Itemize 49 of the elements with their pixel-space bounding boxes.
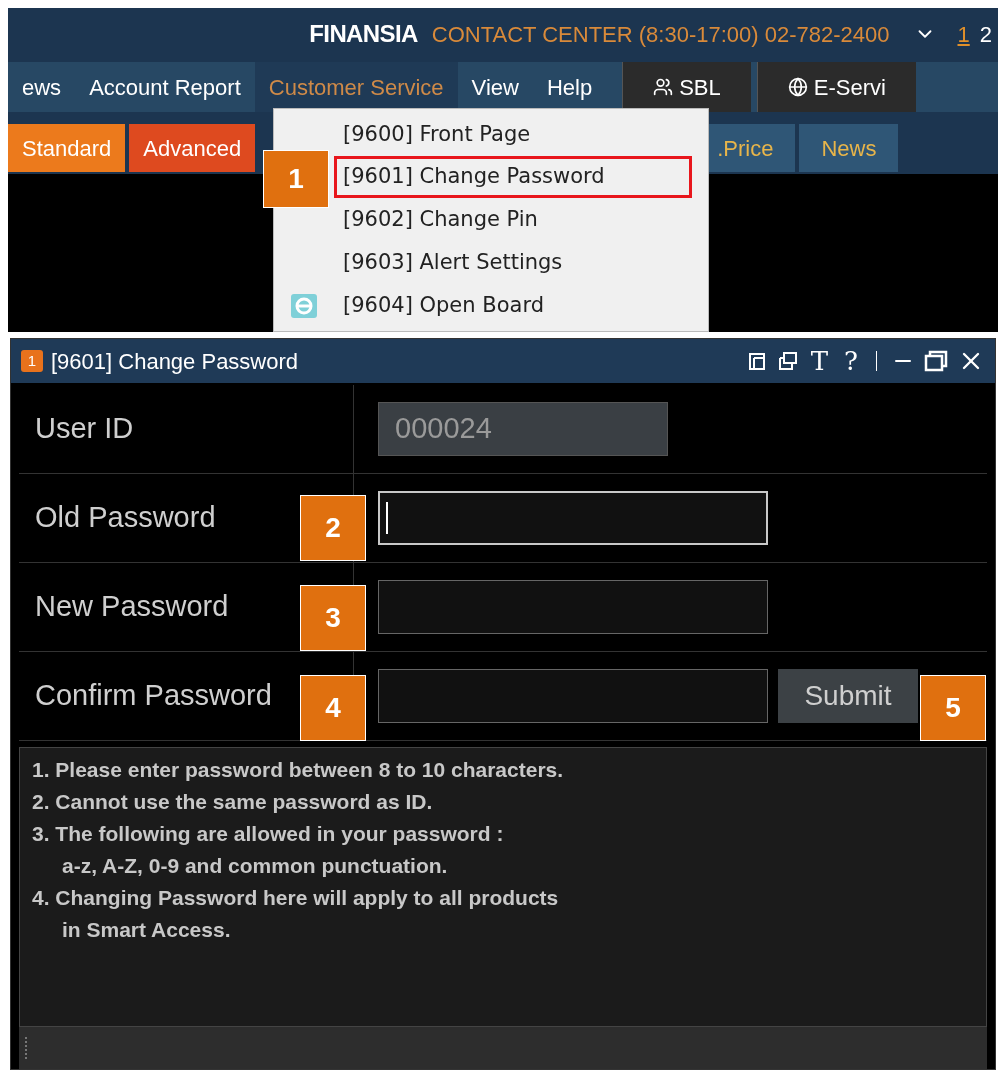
browser-icon [290, 292, 318, 319]
field-label: Old Password [35, 500, 216, 536]
people-icon [653, 77, 674, 97]
callout-badge: 3 [300, 585, 366, 651]
field-label: User ID [35, 411, 134, 447]
grip-icon [25, 1037, 29, 1059]
note-line: a-z, A-Z, 0-9 and common punctuation. [61, 853, 449, 879]
window-badge: 1 [21, 350, 43, 372]
callout-badge: 4 [300, 675, 366, 741]
menu-item[interactable]: Account Report [75, 62, 255, 112]
field-label: New Password [35, 589, 229, 625]
toolbar-button[interactable]: SBL [622, 62, 751, 112]
tab[interactable]: Advanced [129, 124, 256, 172]
globe-icon [787, 77, 808, 97]
callout-badge: 5 [920, 675, 986, 741]
user-id-field: 000024 [378, 402, 668, 456]
note-line: in Smart Access. [61, 917, 232, 943]
note-line: 4. Changing Password here will apply to all products [32, 885, 560, 911]
menu-option[interactable]: [9600] Front Page [334, 113, 692, 156]
password-field[interactable] [378, 491, 768, 545]
password-field[interactable] [378, 669, 768, 723]
contact-info: CONTACT CENTER (8:30-17:00) 02-782-2400 [431, 20, 890, 49]
toolbar-button[interactable]: E-Servi [756, 62, 916, 112]
menu-option[interactable]: [9604] Open Board [334, 284, 692, 327]
window-title: [9601] Change Password [51, 347, 299, 376]
windows-icon[interactable] [776, 350, 799, 372]
menu-option[interactable]: [9602] Change Pin [334, 199, 692, 241]
note-line: 1. Please enter password between 8 to 10 characters. [32, 757, 565, 783]
note-line: 2. Cannot use the same password as ID. [32, 789, 434, 815]
note-line: 3. The following are allowed in your password : [32, 821, 505, 847]
menu-option[interactable]: [9603] Alert Settings [334, 241, 692, 284]
callout-badge: 2 [300, 495, 366, 561]
menu-option[interactable]: [9601] Change Password [334, 156, 692, 199]
text-cursor [386, 502, 388, 534]
menu-item[interactable]: Help [532, 62, 607, 112]
menu-item[interactable]: View [457, 62, 533, 112]
menu-item[interactable]: Customer Service [254, 62, 458, 112]
tab[interactable]: News [799, 124, 899, 172]
field-label: Confirm Password [35, 678, 272, 714]
callout-badge: 1 [263, 150, 329, 208]
title-tool-button[interactable]: ? [840, 341, 862, 381]
password-field[interactable] [378, 580, 768, 634]
submit-button[interactable]: Submit [778, 669, 918, 723]
screen-link[interactable]: 1 [957, 17, 970, 51]
menu-item[interactable]: ews [8, 62, 76, 112]
logo: FINANSIA [309, 19, 418, 49]
maximize-icon[interactable] [923, 349, 949, 373]
title-tool-button[interactable]: T [806, 341, 833, 381]
screen-link[interactable]: 2 [979, 17, 992, 51]
